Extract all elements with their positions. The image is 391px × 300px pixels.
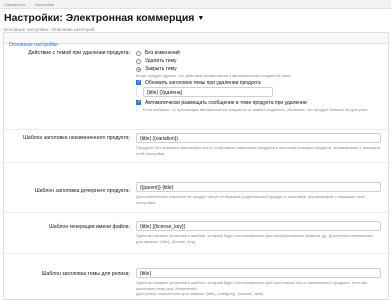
checkbox-update-title[interactable]: Обновить заголовок темы при удалении про… — [136, 79, 381, 87]
radio-option-close-thread[interactable]: Закрыть тему — [136, 65, 381, 73]
setting-hint: Здесь вы можете установить шаблон, котор… — [136, 280, 367, 291]
update-title-subblock: {title} [Удалена] — [136, 86, 381, 97]
caret-down-icon[interactable]: ▼ — [197, 15, 204, 22]
setting-label: Шаблон заголовка дочернего продукта: — [34, 188, 130, 194]
breadcrumb-item-settings[interactable]: Настройки — [35, 2, 55, 7]
radio-button-selected[interactable] — [136, 66, 141, 72]
setting-hint: Если выбрано, то публикация автоматическ… — [136, 106, 381, 112]
checkbox-label: Обновить заголовок темы при удалении про… — [145, 79, 261, 86]
checkbox-auto-post[interactable]: Автоматически размещать сообщение в теме… — [136, 99, 381, 107]
breadcrumb-separator: › — [29, 1, 31, 7]
setting-label: Шаблон генерации имени файла: — [48, 224, 130, 230]
breadcrumb: Параметры › Настройки — [0, 0, 391, 9]
setting-hint: Продукты без значения фиксатеры могут от… — [136, 145, 381, 156]
breadcrumb-item-parameters[interactable]: Параметры — [4, 2, 25, 7]
release-title-input[interactable]: {title} — [136, 268, 381, 278]
radio-label: Без изменений — [145, 50, 180, 56]
setting-hint: Дополнительные значения не продукт могут… — [136, 194, 365, 205]
setting-control: {title} Здесь вы можете установить шабло… — [136, 268, 381, 297]
setting-label: Шаблон заголовка темы для релиза: — [41, 271, 130, 277]
setting-hint: Здесь вы можете установить шаблон, котор… — [136, 233, 374, 244]
radio-label: Закрыть тему — [145, 66, 177, 72]
checkbox[interactable] — [136, 99, 141, 105]
setting-control: {title} ({variation}) Продукты без значе… — [136, 133, 381, 156]
divider — [4, 212, 388, 213]
radio-button[interactable] — [136, 50, 141, 56]
radio-option-delete-thread[interactable]: Удалить тему — [136, 57, 381, 65]
tab-bar: Основные настройки — [4, 33, 388, 48]
page-title-text: Настройки: Электронная коммерция — [4, 12, 195, 24]
divider — [4, 253, 388, 254]
checkbox[interactable] — [136, 79, 141, 85]
setting-control: {{parent}} {title} Дополнительные значен… — [136, 182, 381, 205]
license-file-input[interactable]: {title} {{license_key}} — [136, 221, 381, 231]
setting-label: Шаблон заголовка неизмененного продукта: — [23, 135, 130, 141]
radio-option-no-change[interactable]: Без изменений — [136, 49, 381, 57]
setting-control: {title} {{license_key}} Здесь вы можете … — [136, 221, 381, 244]
child-title-input[interactable]: {{parent}} {title} — [136, 182, 381, 192]
setting-hint-variables: Доступные переменные для замены: {title}… — [136, 291, 264, 296]
deleted-title-input[interactable]: {title} [Удалена] — [143, 86, 273, 97]
checkbox-label: Автоматически размещать сообщение в теме… — [145, 99, 307, 106]
setting-label: Действие с темой при удалении продукта: — [28, 50, 130, 56]
radio-button[interactable] — [136, 58, 141, 64]
divider — [4, 162, 388, 163]
page-title: Настройки: Электронная коммерция ▼ — [4, 12, 391, 24]
radio-label: Удалить тему — [145, 58, 177, 64]
variation-title-input[interactable]: {title} ({variation}) — [136, 133, 381, 143]
divider — [4, 129, 388, 130]
setting-control: Без изменений Удалить тему Закрыть тему … — [136, 49, 381, 112]
tab-main-settings[interactable]: Основные настройки — [4, 40, 63, 50]
settings-panel: Основные настройки Действие с темой при … — [3, 32, 389, 300]
